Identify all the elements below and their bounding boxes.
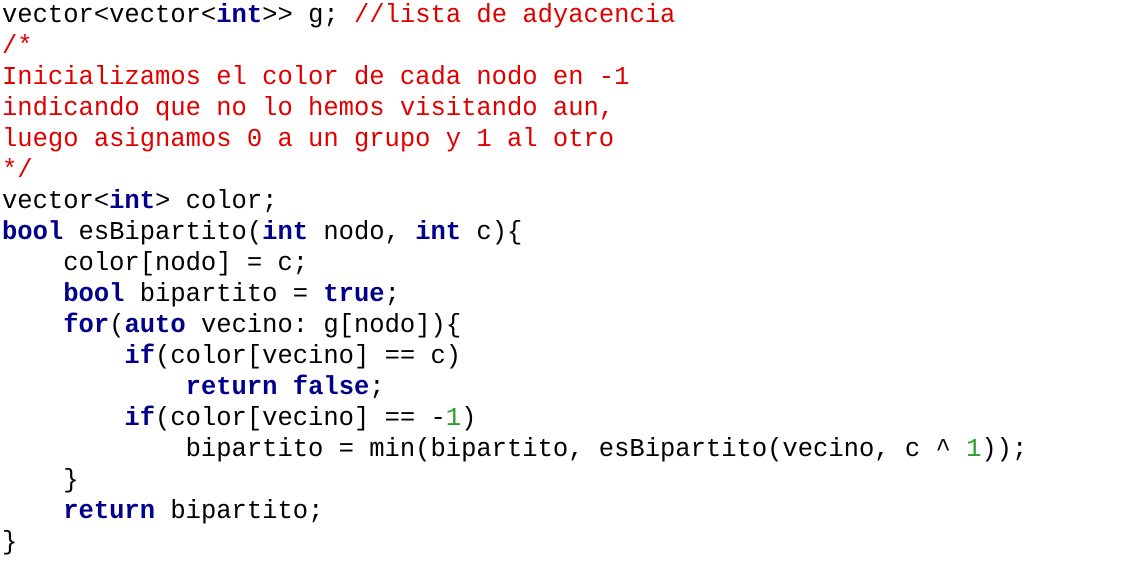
code-text: ; (384, 280, 400, 309)
code-text: esBipartito( (63, 218, 263, 247)
code-line: vector<int> color; (2, 186, 1027, 217)
code-text: (color[vecino] == c) (155, 342, 462, 371)
code-keyword: int (109, 187, 156, 216)
code-keyword: auto (124, 311, 186, 340)
code-comment: //lista de adyacencia (354, 1, 676, 30)
code-line: luego asignamos 0 a un grupo y 1 al otro (2, 124, 1027, 155)
code-text: bipartito = (124, 280, 324, 309)
code-line: indicando que no lo hemos visitando aun, (2, 93, 1027, 124)
code-comment: Inicializamos el color de cada nodo en -… (2, 63, 630, 92)
code-keyword: false (292, 373, 370, 402)
code-keyword: bool (63, 280, 125, 309)
code-text: vector<vector< (2, 1, 217, 30)
code-line: bool bipartito = true; (2, 279, 1027, 310)
code-number: 1 (445, 404, 462, 433)
code-comment: /* (2, 32, 33, 61)
code-text: ) (461, 404, 477, 433)
code-line: } (2, 465, 1027, 496)
code-keyword: int (415, 218, 462, 247)
code-line: */ (2, 155, 1027, 186)
code-line: if(color[vecino] == c) (2, 341, 1027, 372)
code-keyword: true (323, 280, 385, 309)
code-keyword: if (124, 342, 156, 371)
code-text: color[nodo] = c; (2, 249, 309, 278)
code-keyword: for (63, 311, 110, 340)
code-text: } (2, 466, 79, 495)
code-text: bipartito = min(bipartito, esBipartito(v… (2, 435, 967, 464)
code-text: } (2, 528, 18, 557)
code-text: c){ (461, 218, 523, 247)
code-comment: */ (2, 156, 33, 185)
code-text: vecino: g[nodo]){ (185, 311, 462, 340)
code-text: ; (369, 373, 385, 402)
code-line: vector<vector<int>> g; //lista de adyace… (2, 0, 1027, 31)
code-comment: luego asignamos 0 a un grupo y 1 al otro (2, 125, 615, 154)
code-line: for(auto vecino: g[nodo]){ (2, 310, 1027, 341)
code-keyword: return (185, 373, 278, 402)
code-line: } (2, 527, 1027, 558)
code-text: >> g; (262, 1, 354, 30)
code-keyword: int (216, 1, 263, 30)
code-block: vector<vector<int>> g; //lista de adyace… (2, 0, 1027, 558)
code-keyword: int (262, 218, 309, 247)
code-line: return bipartito; (2, 496, 1027, 527)
code-text: bipartito; (155, 497, 324, 526)
code-text: nodo, (308, 218, 416, 247)
code-line: return false; (2, 372, 1027, 403)
code-line: Inicializamos el color de cada nodo en -… (2, 62, 1027, 93)
code-number: 1 (966, 435, 982, 464)
code-text: )); (981, 435, 1028, 464)
code-line: bool esBipartito(int nodo, int c){ (2, 217, 1027, 248)
code-comment: indicando que no lo hemos visitando aun, (2, 94, 615, 123)
code-text: > color; (155, 187, 278, 216)
code-text: ( (109, 311, 125, 340)
code-line: color[nodo] = c; (2, 248, 1027, 279)
code-text: (color[vecino] == - (155, 404, 446, 433)
code-text: vector< (2, 187, 110, 216)
code-keyword: return (63, 497, 156, 526)
code-line: /* (2, 31, 1027, 62)
code-keyword: bool (2, 218, 64, 247)
code-line: if(color[vecino] == -1) (2, 403, 1027, 434)
code-keyword: if (124, 404, 156, 433)
code-line: bipartito = min(bipartito, esBipartito(v… (2, 434, 1028, 465)
